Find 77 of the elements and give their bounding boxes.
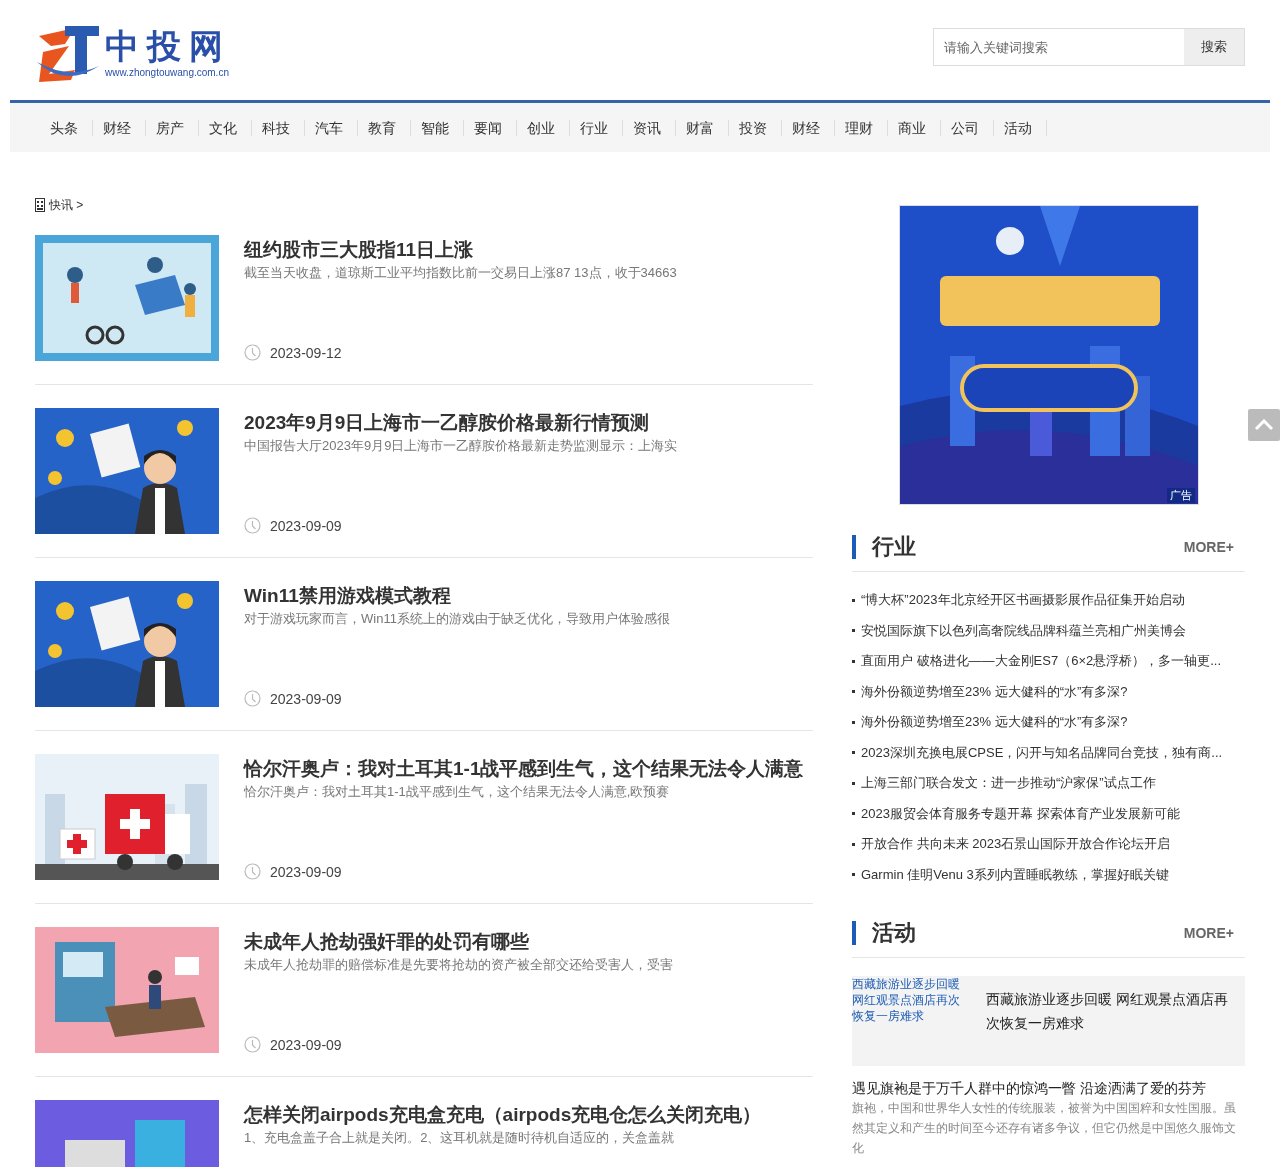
article-summary: 1、充电盒盖子合上就是关闭。2、这耳机就是随时待机自适应的，关盒盖就 [244, 1129, 676, 1147]
article-title[interactable]: Win11禁用游戏模式教程 [244, 583, 813, 609]
bullet-icon [852, 598, 855, 602]
news-link[interactable]: 开放合作 共向未来 2023石景山国际开放合作论坛开启 [861, 835, 1171, 854]
publish-date: 2023-09-09 [270, 690, 342, 707]
section-title: 行业 [852, 535, 916, 559]
bullet-icon [852, 629, 855, 633]
nav-link[interactable]: 财经 [93, 119, 146, 136]
search-field[interactable]: 请输入关键词搜索 搜索 [933, 28, 1245, 66]
bullet-icon [852, 873, 855, 877]
news-link[interactable]: 海外份额逆势增至23% 远大健科的“水”有多深? [861, 682, 1128, 701]
nav-link[interactable]: 行业 [570, 119, 623, 136]
breadcrumb-link[interactable]: 快讯 > [49, 196, 84, 214]
news-link[interactable]: Garmin 佳明Venu 3系列内置睡眠教练，掌握好眠关键 [861, 865, 1169, 884]
news-link[interactable]: 2023服贸会体育服务专题开幕 探索体育产业发展新可能 [861, 804, 1180, 823]
nav-link[interactable]: 商业 [888, 119, 941, 136]
clock-icon [244, 1036, 261, 1053]
search-button[interactable]: 搜索 [1184, 29, 1244, 65]
article-title[interactable]: 怎样关闭airpods充电盒充电（airpods充电仓怎么关闭充电） [244, 1102, 813, 1128]
nav-link[interactable]: 房产 [146, 119, 199, 136]
section-title: 活动 [852, 921, 916, 945]
publish-date: 2023-09-12 [270, 344, 342, 361]
news-link[interactable]: 2023深圳充换电展CPSE，闪开与知名品牌同台竞技，独有商... [861, 743, 1223, 762]
news-link[interactable]: 海外份额逆势增至23% 远大健科的“水”有多深? [861, 713, 1128, 732]
story-title[interactable]: 遇见旗袍是于万千人群中的惊鸿一瞥 沿途洒满了爱的芬芳 [852, 1078, 1245, 1098]
feature-title[interactable]: 西藏旅游业逐步回暖 网红观景点酒店再次恢复一房难求 [986, 987, 1236, 1066]
article-summary: 中国报告大厅2023年9月9日上海市一乙醇胺价格最新走势监测显示：上海实 [244, 437, 679, 455]
article-summary: 未成年人抢劫罪的赔偿标准是先要将抢劫的资产被全部交还给受害人，受害 [244, 956, 674, 974]
nav-link[interactable]: 头条 [40, 119, 93, 136]
bullet-icon [852, 751, 855, 755]
newsfeed-icon [35, 198, 45, 212]
article-title[interactable]: 未成年人抢劫强奸罪的处罚有哪些 [244, 929, 813, 955]
article-title[interactable]: 恰尔汗奥卢：我对土耳其1-1战平感到生气，这个结果无法令人满意 [244, 756, 813, 782]
caret-icon [1254, 419, 1274, 431]
more-link[interactable]: MORE+ [1183, 539, 1234, 555]
clock-icon [244, 517, 261, 534]
story-summary: 旗袍，中国和世界华人女性的传统服装，被誉为中国国粹和女性国服。虽然其定义和产生的时间至今还存有诸多争议，但它仍然是中国悠久服饰文化 [852, 1100, 1237, 1157]
logo-text[interactable]: 中投网 [105, 26, 231, 66]
nav-link[interactable]: 教育 [358, 119, 411, 136]
bullet-icon [852, 659, 855, 663]
news-link[interactable]: 上海三部门联合发文：进一步推动“沪家保”试点工作 [861, 774, 1156, 793]
article-summary: 恰尔汗奥卢：我对土耳其1-1战平感到生气，这个结果无法令人满意,欧预赛 [244, 783, 671, 801]
bullet-icon [852, 720, 855, 724]
clock-icon [244, 344, 261, 361]
publish-date: 2023-09-09 [270, 863, 342, 880]
clock-icon [244, 863, 261, 880]
more-link[interactable]: MORE+ [1183, 925, 1234, 941]
news-link[interactable]: 安悦国际旗下以色列高奢院线品牌科蕴兰亮相广州美博会 [861, 621, 1186, 640]
ad-label: 广告 [1166, 488, 1195, 503]
publish-date: 2023-09-09 [270, 517, 342, 534]
article-summary: 对于游戏玩家而言，Win11系统上的游戏由于缺乏优化，导致用户体验感很 [244, 610, 671, 628]
bullet-icon [852, 690, 855, 694]
bullet-icon [852, 812, 855, 816]
nav-link[interactable]: 活动 [994, 119, 1047, 136]
news-link[interactable]: “博大杯”2023年北京经开区书画摄影展作品征集开始启动 [861, 591, 1185, 610]
publish-date: 2023-09-09 [270, 1036, 342, 1053]
clock-icon [244, 690, 261, 707]
bullet-icon [852, 781, 855, 785]
nav-link[interactable]: 科技 [252, 119, 305, 136]
nav-link[interactable]: 投资 [729, 119, 782, 136]
nav-link[interactable]: 创业 [517, 119, 570, 136]
article-title[interactable]: 2023年9月9日上海市一乙醇胺价格最新行情预测 [244, 410, 813, 436]
nav-link[interactable]: 财经 [782, 119, 835, 136]
article-summary: 截至当天收盘，道琼斯工业平均指数比前一交易日上涨87 13点，收于34663 [244, 264, 678, 282]
nav-link[interactable]: 智能 [411, 119, 464, 136]
nav-link[interactable]: 文化 [199, 119, 252, 136]
nav-link[interactable]: 资讯 [623, 119, 676, 136]
nav-link[interactable]: 理财 [835, 119, 888, 136]
site-url: www.zhongtouwang.com.cn [105, 66, 230, 80]
nav-link[interactable]: 财富 [676, 119, 729, 136]
feature-link[interactable]: 西藏旅游业逐步回暖网红观景点酒店再次恢复一房难求 [852, 976, 962, 1066]
news-link[interactable]: 直面用户 破格进化——大金刚ES7（6×2悬浮桥），多一轴更... [861, 652, 1222, 671]
nav-link[interactable]: 公司 [941, 119, 994, 136]
nav-link[interactable]: 汽车 [305, 119, 358, 136]
article-title[interactable]: 纽约股市三大股指11日上涨 [244, 237, 813, 263]
nav-link[interactable]: 要闻 [464, 119, 517, 136]
bullet-icon [852, 842, 855, 846]
